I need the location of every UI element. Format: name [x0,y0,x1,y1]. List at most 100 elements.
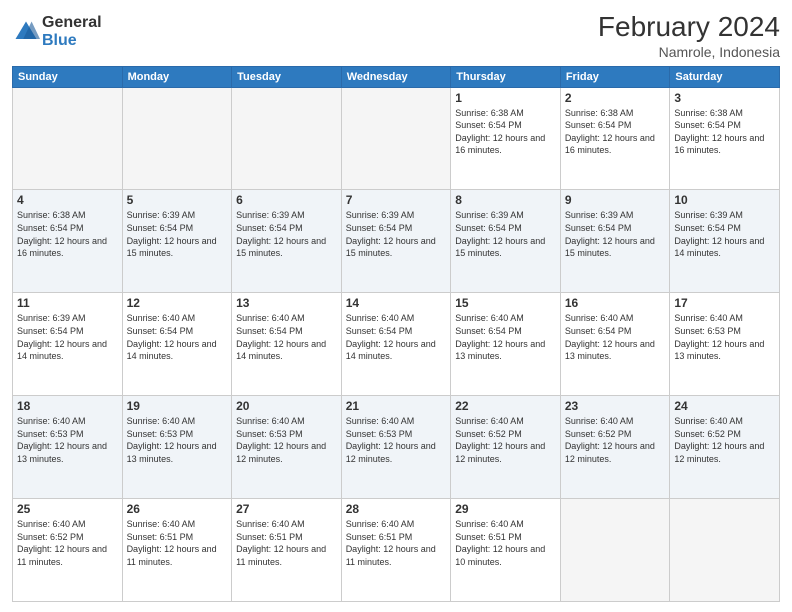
logo-blue: Blue [42,32,102,50]
day-number: 20 [236,399,337,413]
day-number: 2 [565,91,666,105]
day-number: 24 [674,399,775,413]
day-info: Sunrise: 6:39 AMSunset: 6:54 PMDaylight:… [674,209,775,259]
day-number: 18 [17,399,118,413]
day-number: 22 [455,399,556,413]
calendar-cell: 26 Sunrise: 6:40 AMSunset: 6:51 PMDayligh… [122,499,232,602]
calendar-week-row: 4 Sunrise: 6:38 AMSunset: 6:54 PMDaylight… [13,190,780,293]
calendar-table: SundayMondayTuesdayWednesdayThursdayFrid… [12,66,780,602]
calendar-cell: 13 Sunrise: 6:40 AMSunset: 6:54 PMDayligh… [232,293,342,396]
calendar-week-row: 11Sunrise: 6:39 AMSunset: 6:54 PMDayligh… [13,293,780,396]
day-info: Sunrise: 6:38 AMSunset: 6:54 PMDaylight:… [455,107,556,157]
day-info: Sunrise: 6:40 AMSunset: 6:54 PMDaylight:… [565,312,666,362]
calendar-cell: 17Sunrise: 6:40 AMSunset: 6:53 PMDayligh… [670,293,780,396]
calendar-cell: 16 Sunrise: 6:40 AMSunset: 6:54 PMDayligh… [560,293,670,396]
calendar-cell: 14 Sunrise: 6:40 AMSunset: 6:54 PMDayligh… [341,293,451,396]
day-number: 25 [17,502,118,516]
day-number: 3 [674,91,775,105]
day-number: 29 [455,502,556,516]
day-number: 1 [455,91,556,105]
main-title: February 2024 [598,10,780,44]
day-number: 19 [127,399,228,413]
day-number: 14 [346,296,447,310]
day-number: 5 [127,193,228,207]
day-number: 8 [455,193,556,207]
calendar-day-header: Monday [122,66,232,87]
calendar-cell: 28Sunrise: 6:40 AMSunset: 6:51 PMDayligh… [341,499,451,602]
calendar-cell: 7 Sunrise: 6:39 AMSunset: 6:54 PMDaylight… [341,190,451,293]
day-info: Sunrise: 6:40 AMSunset: 6:52 PMDaylight:… [674,415,775,465]
subtitle: Namrole, Indonesia [598,44,780,60]
calendar-cell: 19 Sunrise: 6:40 AMSunset: 6:53 PMDayligh… [122,396,232,499]
calendar-day-header: Sunday [13,66,123,87]
day-info: Sunrise: 6:40 AMSunset: 6:52 PMDaylight:… [565,415,666,465]
calendar-cell: 24 Sunrise: 6:40 AMSunset: 6:52 PMDayligh… [670,396,780,499]
calendar-cell: 5Sunrise: 6:39 AMSunset: 6:54 PMDaylight… [122,190,232,293]
day-number: 16 [565,296,666,310]
day-info: Sunrise: 6:40 AMSunset: 6:53 PMDaylight:… [17,415,118,465]
day-info: Sunrise: 6:40 AMSunset: 6:53 PMDaylight:… [346,415,447,465]
day-info: Sunrise: 6:40 AMSunset: 6:54 PMDaylight:… [236,312,337,362]
day-number: 26 [127,502,228,516]
day-info: Sunrise: 6:40 AMSunset: 6:52 PMDaylight:… [17,518,118,568]
day-info: Sunrise: 6:38 AMSunset: 6:54 PMDaylight:… [674,107,775,157]
calendar-cell [122,87,232,190]
day-number: 10 [674,193,775,207]
calendar-cell: 8Sunrise: 6:39 AMSunset: 6:54 PMDaylight… [451,190,561,293]
day-info: Sunrise: 6:40 AMSunset: 6:54 PMDaylight:… [127,312,228,362]
calendar-header-row: SundayMondayTuesdayWednesdayThursdayFrid… [13,66,780,87]
calendar-cell [232,87,342,190]
calendar-cell: 21 Sunrise: 6:40 AMSunset: 6:53 PMDayligh… [341,396,451,499]
day-number: 4 [17,193,118,207]
day-number: 11 [17,296,118,310]
calendar-day-header: Saturday [670,66,780,87]
calendar-day-header: Friday [560,66,670,87]
day-info: Sunrise: 6:40 AMSunset: 6:53 PMDaylight:… [236,415,337,465]
calendar-cell [341,87,451,190]
day-info: Sunrise: 6:39 AMSunset: 6:54 PMDaylight:… [346,209,447,259]
calendar-cell: 6 Sunrise: 6:39 AMSunset: 6:54 PMDaylight… [232,190,342,293]
calendar-cell: 11Sunrise: 6:39 AMSunset: 6:54 PMDayligh… [13,293,123,396]
day-info: Sunrise: 6:38 AMSunset: 6:54 PMDaylight:… [17,209,118,259]
day-number: 15 [455,296,556,310]
calendar-cell [670,499,780,602]
day-info: Sunrise: 6:40 AMSunset: 6:54 PMDaylight:… [346,312,447,362]
calendar-cell: 29 Sunrise: 6:40 AMSunset: 6:51 PMDayligh… [451,499,561,602]
day-number: 23 [565,399,666,413]
calendar-cell: 10 Sunrise: 6:39 AMSunset: 6:54 PMDayligh… [670,190,780,293]
calendar-cell: 9Sunrise: 6:39 AMSunset: 6:54 PMDaylight… [560,190,670,293]
day-number: 7 [346,193,447,207]
header: General Blue February 2024 Namrole, Indo… [12,10,780,60]
day-info: Sunrise: 6:40 AMSunset: 6:51 PMDaylight:… [127,518,228,568]
title-block: February 2024 Namrole, Indonesia [598,10,780,60]
day-info: Sunrise: 6:40 AMSunset: 6:54 PMDaylight:… [455,312,556,362]
day-number: 27 [236,502,337,516]
logo-icon [12,18,40,46]
day-number: 6 [236,193,337,207]
day-number: 21 [346,399,447,413]
calendar-cell: 25 Sunrise: 6:40 AMSunset: 6:52 PMDayligh… [13,499,123,602]
day-number: 9 [565,193,666,207]
day-number: 12 [127,296,228,310]
calendar-cell: 1 Sunrise: 6:38 AMSunset: 6:54 PMDaylight… [451,87,561,190]
day-number: 17 [674,296,775,310]
day-info: Sunrise: 6:40 AMSunset: 6:52 PMDaylight:… [455,415,556,465]
calendar-week-row: 1 Sunrise: 6:38 AMSunset: 6:54 PMDaylight… [13,87,780,190]
calendar-cell [13,87,123,190]
day-number: 13 [236,296,337,310]
calendar-day-header: Tuesday [232,66,342,87]
calendar-cell: 20 Sunrise: 6:40 AMSunset: 6:53 PMDayligh… [232,396,342,499]
calendar-day-header: Wednesday [341,66,451,87]
calendar-cell: 3 Sunrise: 6:38 AMSunset: 6:54 PMDaylight… [670,87,780,190]
day-number: 28 [346,502,447,516]
day-info: Sunrise: 6:39 AMSunset: 6:54 PMDaylight:… [236,209,337,259]
calendar-cell: 12 Sunrise: 6:40 AMSunset: 6:54 PMDayligh… [122,293,232,396]
calendar-week-row: 25 Sunrise: 6:40 AMSunset: 6:52 PMDayligh… [13,499,780,602]
calendar-cell: 2Sunrise: 6:38 AMSunset: 6:54 PMDaylight… [560,87,670,190]
day-info: Sunrise: 6:40 AMSunset: 6:51 PMDaylight:… [455,518,556,568]
calendar-cell: 15 Sunrise: 6:40 AMSunset: 6:54 PMDayligh… [451,293,561,396]
day-info: Sunrise: 6:40 AMSunset: 6:53 PMDaylight:… [127,415,228,465]
logo-text: General Blue [42,14,102,49]
calendar-cell: 27Sunrise: 6:40 AMSunset: 6:51 PMDayligh… [232,499,342,602]
calendar-week-row: 18 Sunrise: 6:40 AMSunset: 6:53 PMDayligh… [13,396,780,499]
